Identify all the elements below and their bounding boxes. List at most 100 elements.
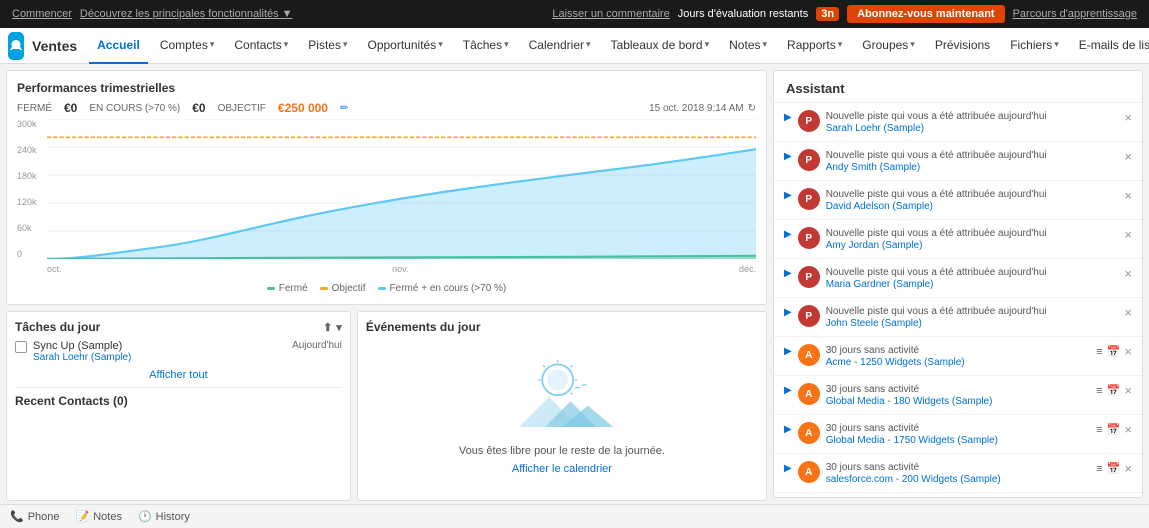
- assistant-content: Nouvelle piste qui vous a été attribuée …: [826, 149, 1119, 173]
- assistant-link[interactable]: Acme - 1250 Widgets (Sample): [826, 357, 1091, 368]
- subscribe-button[interactable]: Abonnez-vous maintenant: [847, 5, 1005, 23]
- close-icon[interactable]: ×: [1124, 305, 1132, 320]
- list-icon[interactable]: ≡: [1096, 463, 1102, 475]
- tasks-dropdown-icon[interactable]: ▾: [336, 321, 342, 334]
- edit-objectif-icon[interactable]: ✏: [340, 103, 348, 114]
- nav-item-notes[interactable]: Notes ▾: [721, 28, 775, 64]
- calendar-icon[interactable]: 📅: [1107, 384, 1121, 397]
- task-sub-link[interactable]: Sarah Loehr (Sample): [33, 352, 286, 363]
- nav-item-groupes[interactable]: Groupes ▾: [854, 28, 923, 64]
- tasks-sort-icon[interactable]: ⬆: [323, 321, 332, 334]
- expand-icon[interactable]: ▶: [784, 112, 792, 123]
- comment-label[interactable]: Laisser un commentaire: [552, 8, 669, 20]
- nav-item-taches[interactable]: Tâches ▾: [455, 28, 517, 64]
- assistant-link[interactable]: Maria Gardner (Sample): [826, 279, 1119, 290]
- nav-item-calendrier[interactable]: Calendrier ▾: [521, 28, 599, 64]
- notes-icon: 📝: [76, 510, 90, 523]
- assistant-actions: ×: [1124, 227, 1132, 242]
- learning-path-link[interactable]: Parcours d'apprentissage: [1013, 8, 1137, 20]
- close-icon[interactable]: ×: [1124, 110, 1132, 125]
- assistant-content: Nouvelle piste qui vous a été attribuée …: [826, 305, 1119, 329]
- show-all-tasks-link[interactable]: Afficher tout: [15, 369, 342, 381]
- close-icon[interactable]: ×: [1124, 149, 1132, 164]
- legend-ferme-dot: [267, 287, 275, 290]
- calendar-icon[interactable]: 📅: [1107, 462, 1121, 475]
- features-link[interactable]: Découvrez les principales fonctionnalité…: [80, 8, 293, 20]
- assistant-content: 30 jours sans activité Global Media - 18…: [826, 383, 1091, 407]
- expand-icon[interactable]: ▶: [784, 463, 792, 474]
- history-bar-item[interactable]: 🕐 History: [138, 510, 190, 523]
- list-icon[interactable]: ≡: [1096, 385, 1102, 397]
- tasks-section: Tâches du jour ⬆ ▾ Sync Up (Sample) Sara…: [6, 311, 351, 501]
- nav-item-previsions[interactable]: Prévisions: [927, 28, 998, 64]
- task-checkbox[interactable]: [15, 341, 27, 353]
- expand-icon[interactable]: ▶: [784, 307, 792, 318]
- nav-label-comptes: Comptes: [160, 38, 208, 52]
- history-label: History: [156, 511, 190, 523]
- expand-icon[interactable]: ▶: [784, 346, 792, 357]
- phone-bar-item[interactable]: 📞 Phone: [10, 510, 60, 523]
- commencer-link[interactable]: Commencer: [12, 8, 72, 20]
- chevron-down-icon: ▾: [210, 39, 215, 50]
- nav-item-pistes[interactable]: Pistes ▾: [300, 28, 355, 64]
- expand-icon[interactable]: ▶: [784, 190, 792, 201]
- calendar-icon[interactable]: 📅: [1107, 423, 1121, 436]
- piste-icon: P: [798, 149, 820, 171]
- nav-item-opportunites[interactable]: Opportunités ▾: [360, 28, 451, 64]
- chevron-down-icon: ▾: [838, 39, 843, 50]
- nav-item-rapports[interactable]: Rapports ▾: [779, 28, 850, 64]
- assistant-content: 30 jours sans activité Global Media - 17…: [826, 422, 1091, 446]
- assistant-link[interactable]: Andy Smith (Sample): [826, 162, 1119, 173]
- assistant-item: ▶ P Nouvelle piste qui vous a été attrib…: [774, 259, 1142, 298]
- close-icon[interactable]: ×: [1124, 422, 1132, 437]
- nav-item-fichiers[interactable]: Fichiers ▾: [1002, 28, 1067, 64]
- close-icon[interactable]: ×: [1124, 344, 1132, 359]
- assistant-content: Nouvelle piste qui vous a été attribuée …: [826, 266, 1119, 290]
- assistant-link[interactable]: Global Media - 180 Widgets (Sample): [826, 396, 1091, 407]
- nav-item-tableaux[interactable]: Tableaux de bord ▾: [603, 28, 718, 64]
- expand-icon[interactable]: ▶: [784, 385, 792, 396]
- assistant-actions: ≡ 📅 ×: [1096, 344, 1132, 359]
- nav-item-contacts[interactable]: Contacts ▾: [226, 28, 296, 64]
- nav-item-comptes[interactable]: Comptes ▾: [152, 28, 223, 64]
- assistant-link[interactable]: David Adelson (Sample): [826, 201, 1119, 212]
- expand-icon[interactable]: ▶: [784, 229, 792, 240]
- chart-x-labels: oct. nov. déc.: [47, 262, 756, 274]
- close-icon[interactable]: ×: [1124, 188, 1132, 203]
- close-icon[interactable]: ×: [1124, 461, 1132, 476]
- piste-icon: P: [798, 266, 820, 288]
- nav-item-emails[interactable]: E-mails de liste ▾: [1071, 28, 1149, 64]
- activity-icon: A: [798, 344, 820, 366]
- assistant-link[interactable]: salesforce.com - 200 Widgets (Sample): [826, 474, 1091, 485]
- assistant-content: 30 jours sans activité salesforce.com - …: [826, 461, 1091, 485]
- close-icon[interactable]: ×: [1124, 266, 1132, 281]
- top-banner: Commencer Découvrez les principales fonc…: [0, 0, 1149, 28]
- assistant-link[interactable]: Global Media - 1750 Widgets (Sample): [826, 435, 1091, 446]
- history-icon: 🕐: [138, 510, 152, 523]
- assistant-link[interactable]: Sarah Loehr (Sample): [826, 123, 1119, 134]
- list-icon[interactable]: ≡: [1096, 424, 1102, 436]
- assistant-label: Nouvelle piste qui vous a été attribuée …: [826, 110, 1119, 123]
- expand-icon[interactable]: ▶: [784, 424, 792, 435]
- bottom-bar: 📞 Phone 📝 Notes 🕐 History: [0, 504, 1149, 528]
- chevron-down-icon: ▾: [586, 39, 591, 50]
- expand-icon[interactable]: ▶: [784, 151, 792, 162]
- tasks-icons: ⬆ ▾: [323, 321, 342, 334]
- list-icon[interactable]: ≡: [1096, 346, 1102, 358]
- legend-objectif: Objectif: [320, 283, 366, 294]
- perf-title: Performances trimestrielles: [17, 81, 756, 95]
- notes-bar-item[interactable]: 📝 Notes: [76, 510, 122, 523]
- assistant-link[interactable]: Amy Jordan (Sample): [826, 240, 1119, 251]
- calendar-link[interactable]: Afficher le calendrier: [512, 463, 612, 475]
- close-icon[interactable]: ×: [1124, 227, 1132, 242]
- close-icon[interactable]: ×: [1124, 383, 1132, 398]
- events-title: Événements du jour: [366, 320, 758, 334]
- nav-item-accueil[interactable]: Accueil: [89, 28, 148, 64]
- perf-stats: FERMÉ €0 EN COURS (>70 %) €0 OBJECTIF €2…: [17, 101, 756, 115]
- expand-icon[interactable]: ▶: [784, 268, 792, 279]
- refresh-icon[interactable]: ↻: [748, 103, 756, 114]
- piste-icon: P: [798, 110, 820, 132]
- nav-label-groupes: Groupes: [862, 38, 908, 52]
- calendar-icon[interactable]: 📅: [1107, 345, 1121, 358]
- assistant-link[interactable]: John Steele (Sample): [826, 318, 1119, 329]
